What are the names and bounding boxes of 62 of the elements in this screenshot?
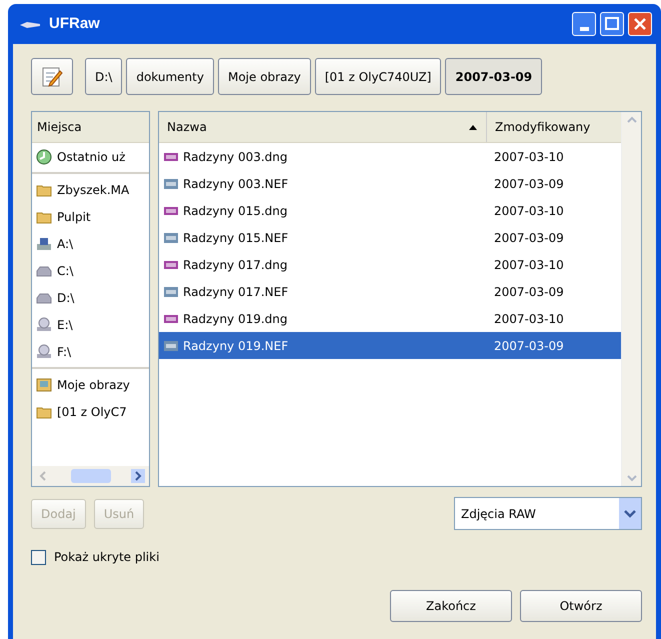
file-row[interactable]: Radzyny 015.NEF 2007-03-09 [159, 224, 621, 251]
file-name: Radzyny 003.NEF [183, 176, 288, 192]
file-row[interactable]: Radzyny 003.NEF 2007-03-09 [159, 170, 621, 197]
file-row[interactable]: Radzyny 015.dng 2007-03-10 [159, 197, 621, 224]
file-name: Radzyny 019.NEF [183, 338, 288, 354]
file-name: Radzyny 019.dng [183, 310, 288, 328]
column-header[interactable]: Nazwa [159, 112, 486, 142]
file-date: 2007-03-09 [493, 230, 565, 246]
checkbox[interactable] [31, 550, 46, 564]
minimize-icon [580, 26, 588, 31]
window-title: UFRaw [49, 14, 100, 34]
place-item[interactable]: A:\ [32, 230, 149, 257]
place-item[interactable]: Moje obrazy [32, 371, 149, 398]
file-row[interactable]: Radzyny 019.NEF 2007-03-09 [159, 332, 621, 359]
path-button[interactable]: dokumenty [126, 58, 214, 95]
file-row[interactable]: Radzyny 019.dng 2007-03-10 [159, 305, 621, 332]
file-date: 2007-03-09 [493, 176, 565, 192]
file-type-dropdown[interactable]: Zdjęcia RAW [454, 497, 642, 530]
file-date: 2007-03-10 [493, 148, 565, 166]
place-item[interactable]: [01 z OlyC7 [32, 398, 149, 425]
file-date: 2007-03-09 [493, 284, 565, 300]
place-item[interactable]: F:\ [32, 338, 149, 365]
close-button[interactable] [628, 12, 652, 36]
place-item[interactable]: E:\ [32, 311, 149, 338]
place-item[interactable]: D:\ [32, 284, 149, 311]
places-header: Miejsca [32, 112, 149, 143]
file-name: Radzyny 015.NEF [183, 230, 288, 246]
file-date: 2007-03-09 [493, 338, 565, 354]
minimize-button[interactable] [572, 12, 596, 36]
cd-drive-icon [36, 316, 52, 332]
checkbox-label: Pokaż ukryte pliki [54, 549, 160, 566]
cd-drive-icon [36, 344, 52, 360]
edit-location-button[interactable] [31, 58, 73, 95]
recent-icon [36, 148, 52, 164]
scrollbar-thumb[interactable] [70, 469, 110, 483]
path-button[interactable]: Moje obrazy [218, 58, 311, 95]
place-item[interactable]: C:\ [32, 257, 149, 284]
file-date: 2007-03-10 [493, 202, 565, 220]
file-date: 2007-03-10 [493, 310, 565, 328]
file-name: Radzyny 017.dng [183, 256, 288, 274]
file-row[interactable]: Radzyny 017.NEF 2007-03-09 [159, 278, 621, 305]
path-button[interactable]: [01 z OlyC740UZ] [314, 58, 442, 95]
file-date: 2007-03-10 [493, 256, 565, 274]
sort-ascending-icon [468, 123, 478, 131]
path-button[interactable]: 2007-03-09 [445, 58, 542, 95]
place-item[interactable]: Pulpit [32, 203, 149, 230]
dialog-button[interactable]: Zakończ [390, 590, 512, 622]
pictures-folder-icon [36, 376, 52, 392]
floppy-drive-icon [36, 236, 52, 252]
path-button[interactable]: D:\ [85, 58, 122, 95]
file-name: Radzyny 003.dng [183, 148, 288, 166]
place-item[interactable]: Zbyszek.MA [32, 176, 149, 203]
file-name: Radzyny 017.NEF [183, 284, 288, 300]
maximize-button[interactable] [600, 12, 624, 36]
horizontal-scrollbar[interactable] [32, 466, 149, 486]
pencil-note-icon [41, 66, 63, 88]
dialog-button[interactable]: Otwórz [520, 590, 642, 622]
file-row[interactable]: Radzyny 003.dng 2007-03-10 [159, 143, 621, 170]
place-item[interactable]: Ostatnio uż [32, 143, 149, 170]
file-row[interactable]: Radzyny 017.dng 2007-03-10 [159, 251, 621, 278]
file-name: Radzyny 015.dng [183, 202, 288, 220]
scroll-right-icon[interactable] [131, 469, 145, 483]
